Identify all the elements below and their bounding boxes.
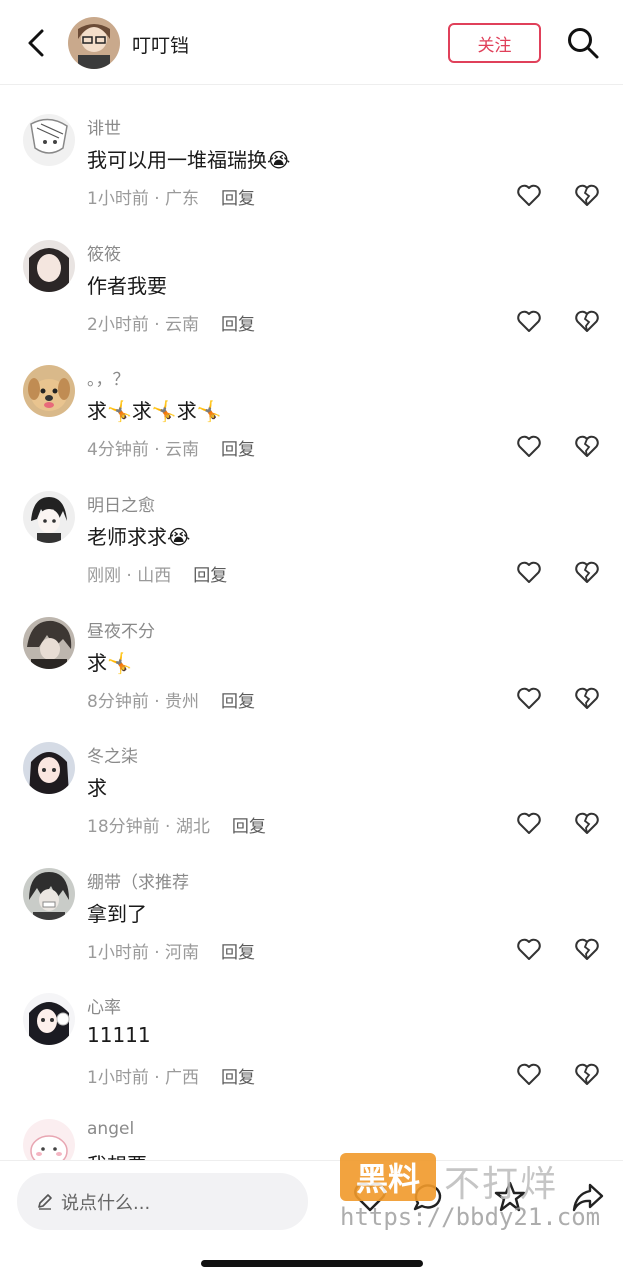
commenter-name[interactable]: 绷带（求推荐 <box>87 868 189 893</box>
heart-icon[interactable] <box>516 308 542 334</box>
author-name[interactable]: 叮叮铛 <box>132 31 189 58</box>
comment-list[interactable]: 诽世 我可以用一堆福瑞换😭 1小时前 · 广东 回复 筱筱 作者我要 2小时前 ·… <box>0 84 623 1160</box>
comment-input-placeholder: 说点什么... <box>61 1193 151 1214</box>
reply-button[interactable]: 回复 <box>221 1068 255 1088</box>
watermark-url: https://bbdy21.com <box>340 1203 601 1231</box>
follow-button[interactable]: 关注 <box>448 23 541 63</box>
pen-icon <box>38 1194 52 1210</box>
comment-item: 昼夜不分 求🤸 8分钟前 · 贵州 回复 <box>0 617 623 742</box>
comment-text: 我可以用一堆福瑞换😭 <box>87 148 291 172</box>
heart-icon[interactable] <box>516 936 542 962</box>
comment-text: 拿到了 <box>87 902 147 926</box>
comment-meta: 1小时前 · 广西 回复 <box>87 1068 256 1088</box>
commenter-avatar[interactable] <box>23 240 75 292</box>
watermark: 黑料 不打烊 https://bbdy21.com <box>340 1153 610 1243</box>
comment-text: 求 <box>87 776 107 800</box>
reply-button[interactable]: 回复 <box>221 692 255 712</box>
broken-heart-icon[interactable] <box>574 1061 600 1087</box>
comment-text: 我想要 <box>87 1149 147 1160</box>
home-indicator <box>201 1260 423 1267</box>
reply-button[interactable]: 回复 <box>221 315 255 335</box>
commenter-name[interactable]: 心率 <box>87 993 121 1018</box>
broken-heart-icon[interactable] <box>574 936 600 962</box>
crying-emoji: 😭 <box>167 525 191 549</box>
comment-meta: 1小时前 · 广东 回复 <box>87 189 256 209</box>
heart-icon[interactable] <box>516 182 542 208</box>
heart-icon[interactable] <box>516 810 542 836</box>
comment-meta: 18分钟前 · 湖北 回复 <box>87 817 266 837</box>
comment-item: 冬之柒 求 18分钟前 · 湖北 回复 <box>0 742 623 867</box>
heart-icon[interactable] <box>516 1061 542 1087</box>
comment-item: 。，？ 求🤸求🤸求🤸 4分钟前 · 云南 回复 <box>0 365 623 490</box>
comment-meta: 1小时前 · 河南 回复 <box>87 943 256 963</box>
reply-button[interactable]: 回复 <box>221 943 255 963</box>
comment-item: 明日之愈 老师求求😭 刚刚 · 山西 回复 <box>0 491 623 616</box>
commenter-name[interactable]: 诽世 <box>87 114 121 139</box>
broken-heart-icon[interactable] <box>574 559 600 585</box>
commenter-avatar[interactable] <box>23 868 75 920</box>
reply-button[interactable]: 回复 <box>221 189 255 209</box>
broken-heart-icon[interactable] <box>574 182 600 208</box>
search-icon[interactable] <box>566 26 600 60</box>
broken-heart-icon[interactable] <box>574 308 600 334</box>
heart-icon[interactable] <box>516 559 542 585</box>
comment-item: 诽世 我可以用一堆福瑞换😭 1小时前 · 广东 回复 <box>0 114 623 239</box>
commenter-avatar[interactable] <box>23 617 75 669</box>
comment-text: 11111 <box>87 1023 151 1047</box>
comment-meta: 2小时前 · 云南 回复 <box>87 315 256 335</box>
heart-icon[interactable] <box>516 433 542 459</box>
reply-button[interactable]: 回复 <box>232 817 266 837</box>
reply-button[interactable]: 回复 <box>221 440 255 460</box>
broken-heart-icon[interactable] <box>574 685 600 711</box>
comment-text: 作者我要 <box>87 274 167 298</box>
broken-heart-icon[interactable] <box>574 433 600 459</box>
comment-text: 老师求求😭 <box>87 525 191 549</box>
crying-emoji: 😭 <box>267 148 291 172</box>
top-navigation-bar: 叮叮铛 关注 <box>0 0 623 85</box>
author-avatar[interactable] <box>68 17 120 69</box>
comment-meta: 8分钟前 · 贵州 回复 <box>87 692 256 712</box>
reply-button[interactable]: 回复 <box>193 566 227 586</box>
heart-icon[interactable] <box>516 685 542 711</box>
watermark-brand: 不打烊 <box>444 1164 559 1205</box>
commenter-name[interactable]: 昼夜不分 <box>87 617 155 642</box>
back-arrow-icon[interactable] <box>22 28 52 58</box>
watermark-badge: 黑料 <box>340 1153 436 1201</box>
commenter-name[interactable]: 冬之柒 <box>87 742 138 767</box>
commenter-name[interactable]: 明日之愈 <box>87 491 155 516</box>
commenter-avatar[interactable] <box>23 742 75 794</box>
broken-heart-icon[interactable] <box>574 810 600 836</box>
comment-item: 绷带（求推荐 拿到了 1小时前 · 河南 回复 <box>0 868 623 993</box>
commenter-name[interactable]: 。，？ <box>87 365 130 390</box>
comment-item: 心率 11111 1小时前 · 广西 回复 <box>0 993 623 1118</box>
comment-meta: 4分钟前 · 云南 回复 <box>87 440 256 460</box>
commenter-avatar[interactable] <box>23 114 75 166</box>
comment-input[interactable]: 说点什么... <box>17 1173 308 1230</box>
commenter-name[interactable]: 筱筱 <box>87 240 121 265</box>
comment-text: 求🤸 <box>87 651 132 675</box>
comment-meta: 刚刚 · 山西 回复 <box>87 566 228 586</box>
comment-text: 求🤸求🤸求🤸 <box>87 399 222 423</box>
commenter-avatar[interactable] <box>23 1119 75 1160</box>
commenter-avatar[interactable] <box>23 491 75 543</box>
commenter-name[interactable]: angel <box>87 1119 134 1139</box>
comment-item: 筱筱 作者我要 2小时前 · 云南 回复 <box>0 240 623 365</box>
commenter-avatar[interactable] <box>23 993 75 1045</box>
commenter-avatar[interactable] <box>23 365 75 417</box>
